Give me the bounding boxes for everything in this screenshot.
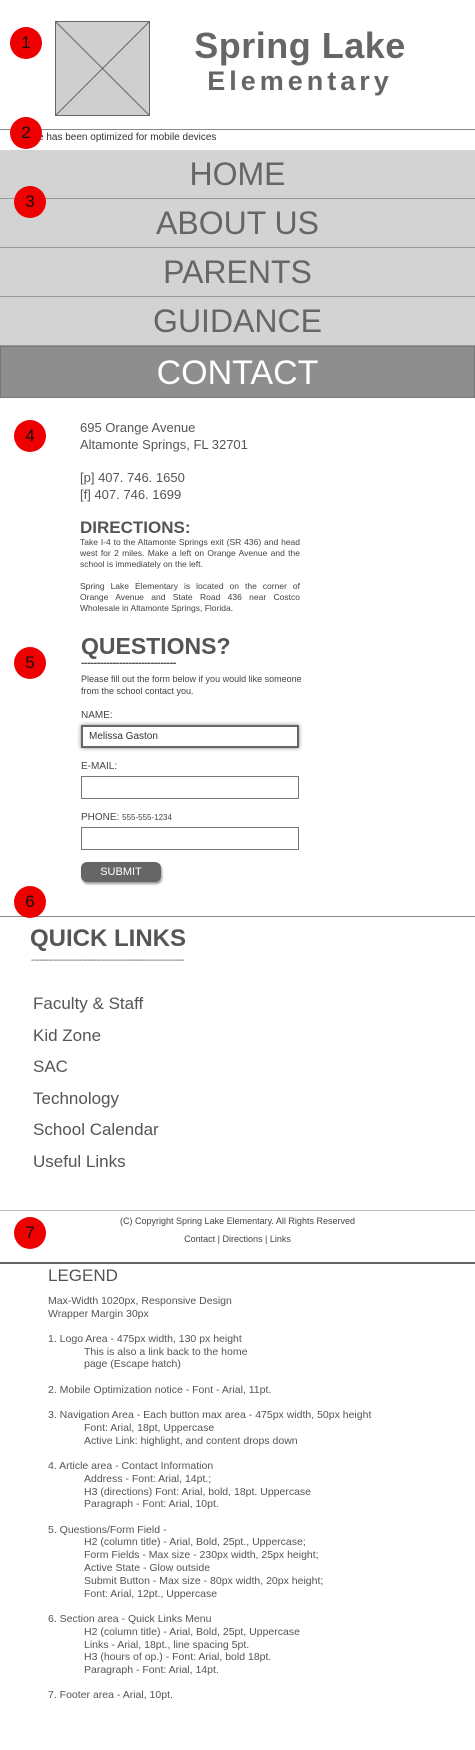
logo-placeholder[interactable] (55, 21, 150, 116)
footer-link-directions[interactable]: Directions (223, 1234, 263, 1244)
nav-item-guidance[interactable]: GUIDANCE (0, 297, 475, 346)
legend-item-3: 3. Navigation Area - Each button max are… (48, 1409, 372, 1422)
nav-item-home[interactable]: HOME (0, 150, 475, 199)
questions-intro: Please fill out the form below if you wo… (81, 674, 302, 696)
legend-item-2: 2. Mobile Optimization notice - Font - A… (48, 1383, 272, 1396)
directions-heading: DIRECTIONS: (80, 518, 191, 537)
questions-form: QUESTIONS? -----------------------------… (81, 633, 311, 882)
legend-item-6-detail: Paragraph - Font: Arial, 14pt. (84, 1664, 219, 1677)
name-label: NAME: (81, 710, 113, 721)
header-divider (0, 129, 475, 130)
annotation-marker-5: 5 (14, 647, 46, 679)
legend-item-1-detail: This is also a link back to the home (84, 1345, 248, 1358)
nav-item-parents[interactable]: PARENTS (0, 248, 475, 297)
location-paragraph: Spring Lake Elementary is located on the… (80, 581, 300, 613)
legend-item-5: 5. Questions/Form Field - (48, 1523, 167, 1536)
quick-link-kid-zone[interactable]: Kid Zone (33, 1020, 159, 1052)
quick-link-faculty-staff[interactable]: Faculty & Staff (33, 988, 159, 1020)
legend-item-5-detail: Submit Button - Max size - 80px width, 2… (84, 1574, 324, 1587)
phone-number: [p] 407. 746. 1650 (80, 470, 185, 485)
phone-label-row: PHONE: 555-555-1234 (81, 812, 311, 824)
annotation-marker-6: 6 (14, 886, 46, 918)
footer-divider (0, 1210, 475, 1211)
legend-item-6-detail: Links - Arial, 18pt., line spacing 5pt. (84, 1638, 250, 1651)
legend-divider (0, 1262, 475, 1264)
legend-intro-line: Max-Width 1020px, Responsive Design (48, 1294, 232, 1307)
phone-field[interactable] (81, 827, 299, 850)
school-name-line1: Spring Lake (194, 25, 406, 66)
image-placeholder-icon (56, 22, 149, 115)
legend-title: LEGEND (48, 1266, 118, 1285)
legend-item-5-detail: Active State - Glow outside (84, 1562, 211, 1575)
directions-paragraph: Take I-4 to the Altamonte Springs exit (… (80, 537, 300, 569)
quick-link-school-calendar[interactable]: School Calendar (33, 1114, 159, 1146)
annotation-marker-3: 3 (14, 186, 46, 218)
name-field[interactable]: Melissa Gaston (81, 725, 299, 748)
fax-number: [f] 407. 746. 1699 (80, 487, 182, 502)
legend-item-4-detail: Paragraph - Font: Arial, 10pt. (84, 1498, 219, 1511)
nav-item-contact[interactable]: CONTACT (0, 346, 475, 398)
annotation-marker-7: 7 (14, 1217, 46, 1249)
footer-links: Contact | Directions | Links (0, 1234, 475, 1244)
submit-button[interactable]: SUBMIT (81, 862, 161, 882)
email-label: E-MAIL: (81, 761, 118, 772)
contact-article: 695 Orange Avenue Altamonte Springs, FL … (80, 419, 300, 614)
school-name-line2: Elementary (207, 66, 393, 96)
footer: (C) Copyright Spring Lake Elementary. Al… (0, 1216, 475, 1244)
phone-hint: 555-555-1234 (122, 813, 172, 822)
quick-links-divider (0, 916, 475, 917)
quick-link-useful-links[interactable]: Useful Links (33, 1146, 159, 1178)
legend-intro-line: Wrapper Margin 30px (48, 1307, 149, 1320)
legend-item-1: 1. Logo Area - 475px width, 130 px heigh… (48, 1332, 242, 1345)
legend-item-6-detail: H3 (hours of op.) - Font: Arial, bold 18… (84, 1651, 272, 1664)
legend-item-4-detail: H3 (directions) Font: Arial, bold, 18pt.… (84, 1485, 312, 1498)
legend-item-3-detail: Active Link: highlight, and content drop… (84, 1434, 298, 1447)
quick-links-list: Faculty & Staff Kid Zone SAC Technology … (33, 988, 159, 1177)
email-field[interactable] (81, 776, 299, 799)
footer-separator: | (265, 1234, 268, 1244)
footer-link-contact[interactable]: Contact (184, 1234, 215, 1244)
legend-item-4: 4. Article area - Contact Information (48, 1459, 214, 1472)
main-navigation: HOME ABOUT US PARENTS GUIDANCE CONTACT (0, 150, 475, 398)
legend-item-5-detail: Font: Arial, 12pt., Uppercase (84, 1587, 218, 1600)
legend-item-6: 6. Section area - Quick Links Menu (48, 1612, 212, 1625)
legend: LEGEND Max-Width 1020px, Responsive Desi… (48, 1266, 468, 1715)
legend-item-6-detail: H2 (column title) - Arial, Bold, 25pt, U… (84, 1625, 300, 1638)
nav-item-about-us[interactable]: ABOUT US (0, 199, 475, 248)
annotation-marker-1: 1 (10, 27, 42, 59)
legend-item-7: 7. Footer area - Arial, 10pt. (48, 1689, 173, 1702)
questions-underline: ------------------------------ (81, 659, 176, 667)
mobile-optimization-notice: site has been optimized for mobile devic… (28, 132, 217, 143)
quick-link-sac[interactable]: SAC (33, 1051, 159, 1083)
phone-label: PHONE: (81, 812, 120, 823)
copyright-text: (C) Copyright Spring Lake Elementary. Al… (120, 1216, 355, 1226)
annotation-marker-2: 2 (10, 117, 42, 149)
school-name[interactable]: Spring Lake Elementary (165, 25, 435, 97)
quick-links-underline: ----------------------------------------… (31, 955, 184, 966)
quick-link-technology[interactable]: Technology (33, 1083, 159, 1115)
legend-item-4-detail: Address - Font: Arial, 14pt.; (84, 1472, 212, 1485)
address-line1: 695 Orange Avenue (80, 420, 196, 435)
legend-item-5-detail: Form Fields - Max size - 230px width, 25… (84, 1549, 319, 1562)
legend-item-1-detail: page (Escape hatch) (84, 1358, 181, 1371)
footer-link-links[interactable]: Links (270, 1234, 291, 1244)
legend-item-5-detail: H2 (column title) - Arial, Bold, 25pt., … (84, 1536, 306, 1549)
questions-heading: QUESTIONS? (81, 633, 231, 659)
address-line2: Altamonte Springs, FL 32701 (80, 437, 248, 452)
footer-separator: | (217, 1234, 220, 1244)
quick-links-heading: QUICK LINKS (30, 925, 186, 952)
legend-item-3-detail: Font: Arial, 18pt, Uppercase (84, 1421, 215, 1434)
annotation-marker-4: 4 (14, 420, 46, 452)
